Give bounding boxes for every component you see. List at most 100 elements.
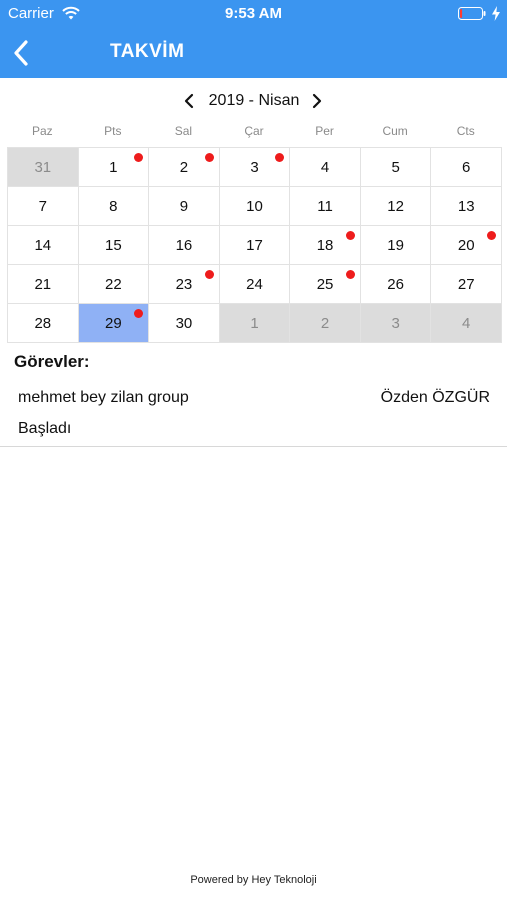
day-number: 27 bbox=[457, 275, 475, 293]
day-number: 5 bbox=[391, 158, 400, 176]
day-number: 3 bbox=[250, 158, 259, 176]
day-number: 21 bbox=[34, 275, 52, 293]
day-number: 1 bbox=[109, 158, 118, 176]
calendar-day[interactable]: 10 bbox=[219, 187, 291, 226]
day-number: 26 bbox=[387, 275, 404, 293]
day-number: 12 bbox=[387, 197, 404, 215]
calendar-day[interactable]: 26 bbox=[360, 265, 432, 304]
day-number: 28 bbox=[34, 314, 52, 332]
day-number: 8 bbox=[109, 197, 118, 215]
calendar-day[interactable]: 3 bbox=[360, 304, 432, 343]
weekday-label: Sal bbox=[174, 124, 193, 138]
calendar-day[interactable]: 9 bbox=[149, 187, 220, 226]
calendar-grid: 31 1 2 3 4 5 6 7 8 9 10 11 12 13 14 15 16 17 18 19 20 21 22 23 2… bbox=[7, 147, 502, 343]
weekday-label: Per bbox=[315, 124, 334, 138]
battery-icon bbox=[458, 7, 486, 20]
event-dot-icon bbox=[486, 231, 496, 240]
footer-credit: Powered by Hey Teknoloji bbox=[190, 874, 317, 886]
calendar-day[interactable]: 18 bbox=[290, 226, 361, 265]
day-number: 14 bbox=[34, 236, 52, 254]
task-name: mehmet bey zilan group bbox=[18, 389, 189, 406]
day-number: 11 bbox=[317, 197, 333, 215]
calendar-day[interactable]: 6 bbox=[431, 148, 502, 187]
day-number: 23 bbox=[175, 275, 193, 293]
day-number: 1 bbox=[250, 314, 259, 332]
calendar-day[interactable]: 30 bbox=[149, 304, 220, 343]
calendar-day[interactable]: 17 bbox=[219, 226, 291, 265]
month-label: 2019 - Nisan bbox=[208, 92, 300, 109]
calendar-day[interactable]: 21 bbox=[8, 265, 79, 304]
day-number: 31 bbox=[34, 158, 52, 176]
status-bar: Carrier 9:53 AM bbox=[0, 0, 507, 28]
day-number: 3 bbox=[391, 314, 400, 332]
event-dot-icon bbox=[345, 231, 355, 240]
calendar-day[interactable]: 24 bbox=[219, 265, 291, 304]
day-number: 16 bbox=[175, 236, 193, 254]
page-title: TAKVİM bbox=[110, 41, 185, 62]
calendar-day[interactable]: 31 bbox=[8, 148, 79, 187]
day-number: 29 bbox=[105, 314, 122, 332]
day-number: 25 bbox=[316, 275, 334, 293]
day-number: 4 bbox=[462, 314, 471, 332]
calendar-day-selected[interactable]: 29 bbox=[78, 304, 150, 343]
calendar-day[interactable]: 25 bbox=[290, 265, 361, 304]
calendar-day[interactable]: 12 bbox=[360, 187, 432, 226]
calendar-day[interactable]: 5 bbox=[360, 148, 432, 187]
day-number: 15 bbox=[105, 236, 122, 254]
task-assignee: Özden ÖZGÜR bbox=[380, 389, 490, 406]
weekday-label: Paz bbox=[31, 124, 53, 138]
calendar-day[interactable]: 22 bbox=[78, 265, 150, 304]
calendar-day[interactable]: 3 bbox=[219, 148, 291, 187]
day-number: 2 bbox=[320, 314, 330, 332]
day-number: 20 bbox=[457, 236, 475, 254]
calendar-day[interactable]: 16 bbox=[149, 226, 220, 265]
calendar-day[interactable]: 19 bbox=[360, 226, 432, 265]
calendar-day[interactable]: 23 bbox=[149, 265, 220, 304]
next-month-button[interactable] bbox=[306, 90, 328, 112]
day-number: 24 bbox=[246, 275, 263, 293]
calendar-day[interactable]: 4 bbox=[290, 148, 361, 187]
calendar-day[interactable]: 1 bbox=[78, 148, 150, 187]
weekday-label: Cts bbox=[456, 124, 475, 138]
day-number: 10 bbox=[246, 197, 263, 215]
nav-bar: TAKVİM bbox=[0, 28, 507, 78]
event-dot-icon bbox=[134, 309, 144, 318]
day-number: 2 bbox=[179, 158, 189, 176]
task-item[interactable]: mehmet bey zilan group Özden ÖZGÜR Başla… bbox=[0, 380, 507, 447]
chevron-left-icon bbox=[14, 40, 28, 66]
calendar-day[interactable]: 1 bbox=[219, 304, 291, 343]
day-number: 9 bbox=[179, 197, 189, 215]
calendar-day[interactable]: 13 bbox=[431, 187, 502, 226]
calendar-day[interactable]: 27 bbox=[431, 265, 502, 304]
calendar-day[interactable]: 8 bbox=[78, 187, 150, 226]
task-status: Başladı bbox=[18, 420, 72, 437]
chevron-right-icon bbox=[312, 93, 322, 109]
event-dot-icon bbox=[204, 153, 214, 162]
event-dot-icon bbox=[204, 270, 214, 279]
day-number: 4 bbox=[320, 158, 330, 176]
day-number: 22 bbox=[105, 275, 122, 293]
weekday-label: Pts bbox=[104, 124, 122, 138]
weekday-header: Paz Pts Sal Çar Per Cum Cts bbox=[7, 124, 501, 144]
chevron-left-icon bbox=[184, 93, 194, 109]
calendar-day[interactable]: 11 bbox=[290, 187, 361, 226]
day-number: 17 bbox=[246, 236, 263, 254]
calendar-day[interactable]: 15 bbox=[78, 226, 150, 265]
calendar-day[interactable]: 2 bbox=[290, 304, 361, 343]
calendar-day[interactable]: 20 bbox=[431, 226, 502, 265]
prev-month-button[interactable] bbox=[178, 90, 200, 112]
calendar-day[interactable]: 4 bbox=[431, 304, 502, 343]
weekday-label: Cum bbox=[382, 124, 408, 138]
day-number: 6 bbox=[462, 158, 471, 176]
calendar-day[interactable]: 7 bbox=[8, 187, 79, 226]
calendar-day[interactable]: 28 bbox=[8, 304, 79, 343]
day-number: 7 bbox=[38, 197, 47, 215]
calendar-day[interactable]: 14 bbox=[8, 226, 79, 265]
month-header: 2019 - Nisan bbox=[0, 88, 507, 114]
calendar-day[interactable]: 2 bbox=[149, 148, 220, 187]
back-button[interactable] bbox=[6, 36, 36, 70]
event-dot-icon bbox=[275, 153, 285, 162]
clock: 9:53 AM bbox=[225, 5, 282, 22]
charging-bolt-icon bbox=[492, 6, 500, 21]
day-number: 30 bbox=[175, 314, 193, 332]
